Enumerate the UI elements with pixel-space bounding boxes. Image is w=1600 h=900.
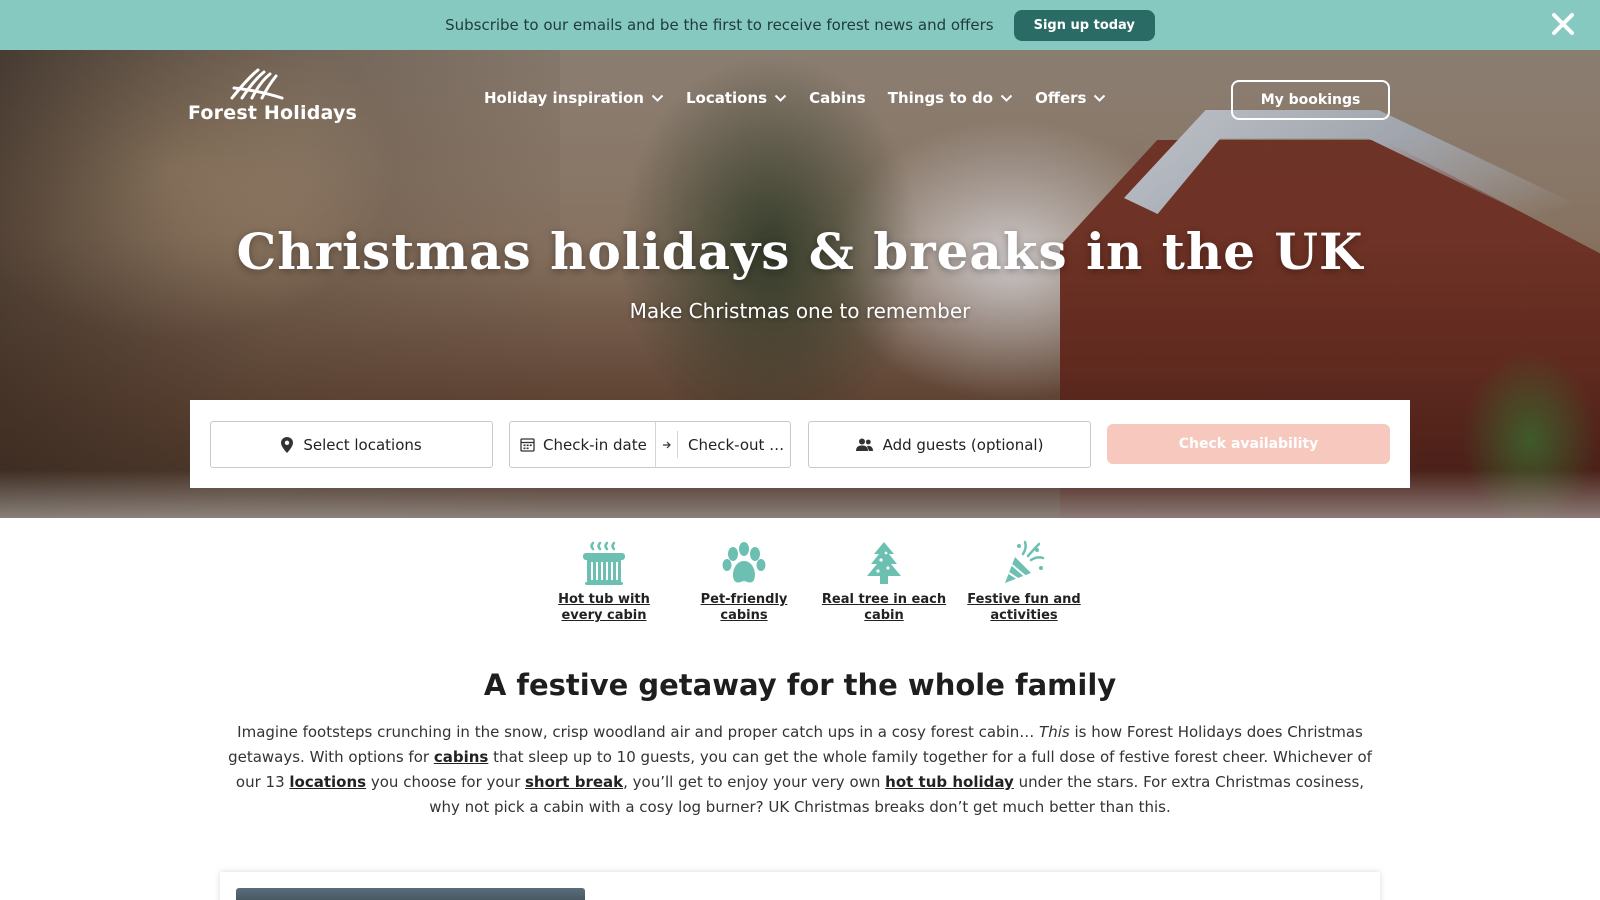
dates-field: Check-in date Check-out date <box>509 421 791 468</box>
map-pin-icon <box>281 436 294 453</box>
promo-banner: Subscribe to our emails and be the first… <box>0 0 1600 50</box>
nav-label: Offers <box>1035 89 1087 107</box>
check-availability-button[interactable]: Check availability <box>1107 424 1390 464</box>
intro-emphasis: This <box>1039 723 1070 741</box>
section-heading: A festive getaway for the whole family <box>483 668 1117 702</box>
chevron-down-icon <box>651 94 664 102</box>
link-locations[interactable]: locations <box>289 773 366 791</box>
nav-locations[interactable]: Locations <box>686 89 787 107</box>
feature-label: Hot tub with every cabin <box>558 592 650 623</box>
intro-text: you choose for your <box>366 773 525 791</box>
hot-tub-icon <box>583 541 625 585</box>
nav-label: Locations <box>685 89 768 107</box>
chevron-down-icon <box>1000 94 1013 102</box>
intro-text: , you’ll get to enjoy your very own <box>623 773 886 791</box>
hero-title: Christmas holidays & breaks in the UK <box>236 222 1364 281</box>
close-icon[interactable] <box>1550 11 1576 37</box>
nav-cabins[interactable]: Cabins <box>809 89 866 107</box>
party-popper-icon <box>1005 540 1045 583</box>
nav-label: Cabins <box>809 89 866 107</box>
hero-subtitle: Make Christmas one to remember <box>629 299 971 323</box>
feature-label: Festive fun and activities <box>967 592 1081 623</box>
nav-things-to-do[interactable]: Things to do <box>888 89 1013 107</box>
feature-festive-fun[interactable]: Festive fun and activities <box>954 540 1094 624</box>
locations-select[interactable]: Select locations <box>210 421 493 468</box>
intro-text: Imagine footsteps crunching in the snow,… <box>237 723 1040 741</box>
checkin-field[interactable]: Check-in date <box>510 422 656 467</box>
feature-hot-tub[interactable]: Hot tub with every cabin <box>534 540 674 624</box>
promo-text: Subscribe to our emails and be the first… <box>445 16 994 34</box>
checkin-label: Check-in date <box>543 435 647 454</box>
guests-field[interactable]: Add guests (optional) <box>808 421 1091 468</box>
guests-label: Add guests (optional) <box>882 435 1044 454</box>
link-short-break[interactable]: short break <box>525 773 623 791</box>
content-card <box>220 872 1380 900</box>
my-bookings-button[interactable]: My bookings <box>1231 80 1390 120</box>
nav-holiday-inspiration[interactable]: Holiday inspiration <box>484 89 664 107</box>
chevron-down-icon <box>1094 94 1106 102</box>
nav-offers[interactable]: Offers <box>1035 89 1106 107</box>
feature-list: Hot tub with every cabin Pet-friendly ca… <box>534 540 1094 624</box>
forest-logo-icon <box>230 68 284 100</box>
paw-icon <box>722 542 766 583</box>
calendar-icon <box>520 438 535 452</box>
feature-pet-friendly[interactable]: Pet-friendly cabins <box>674 540 814 624</box>
brand-logo[interactable]: Forest Holidays <box>188 68 357 128</box>
sign-up-button[interactable]: Sign up today <box>1013 9 1155 41</box>
link-cabins[interactable]: cabins <box>434 748 489 766</box>
checkout-field[interactable]: Check-out date <box>678 436 790 454</box>
locations-label: Select locations <box>303 435 422 454</box>
card-image <box>236 888 585 900</box>
nav-label: Holiday inspiration <box>484 89 644 107</box>
christmas-tree-icon <box>867 542 901 584</box>
arrow-right-icon <box>656 431 678 458</box>
chevron-down-icon <box>774 94 787 102</box>
intro-paragraph: Imagine footsteps crunching in the snow,… <box>220 720 1380 820</box>
feature-label: Real tree in each cabin <box>821 592 947 623</box>
guests-icon <box>855 438 873 451</box>
main-nav: Holiday inspiration Locations Cabins Thi… <box>484 86 1106 110</box>
nav-label: Things to do <box>887 89 994 107</box>
link-hot-tub-holiday[interactable]: hot tub holiday <box>885 773 1014 791</box>
feature-real-tree[interactable]: Real tree in each cabin <box>814 540 954 624</box>
brand-name: Forest Holidays <box>188 102 358 124</box>
feature-label: Pet-friendly cabins <box>700 592 788 623</box>
availability-search: Select locations Check-in date Check-out… <box>190 400 1410 488</box>
